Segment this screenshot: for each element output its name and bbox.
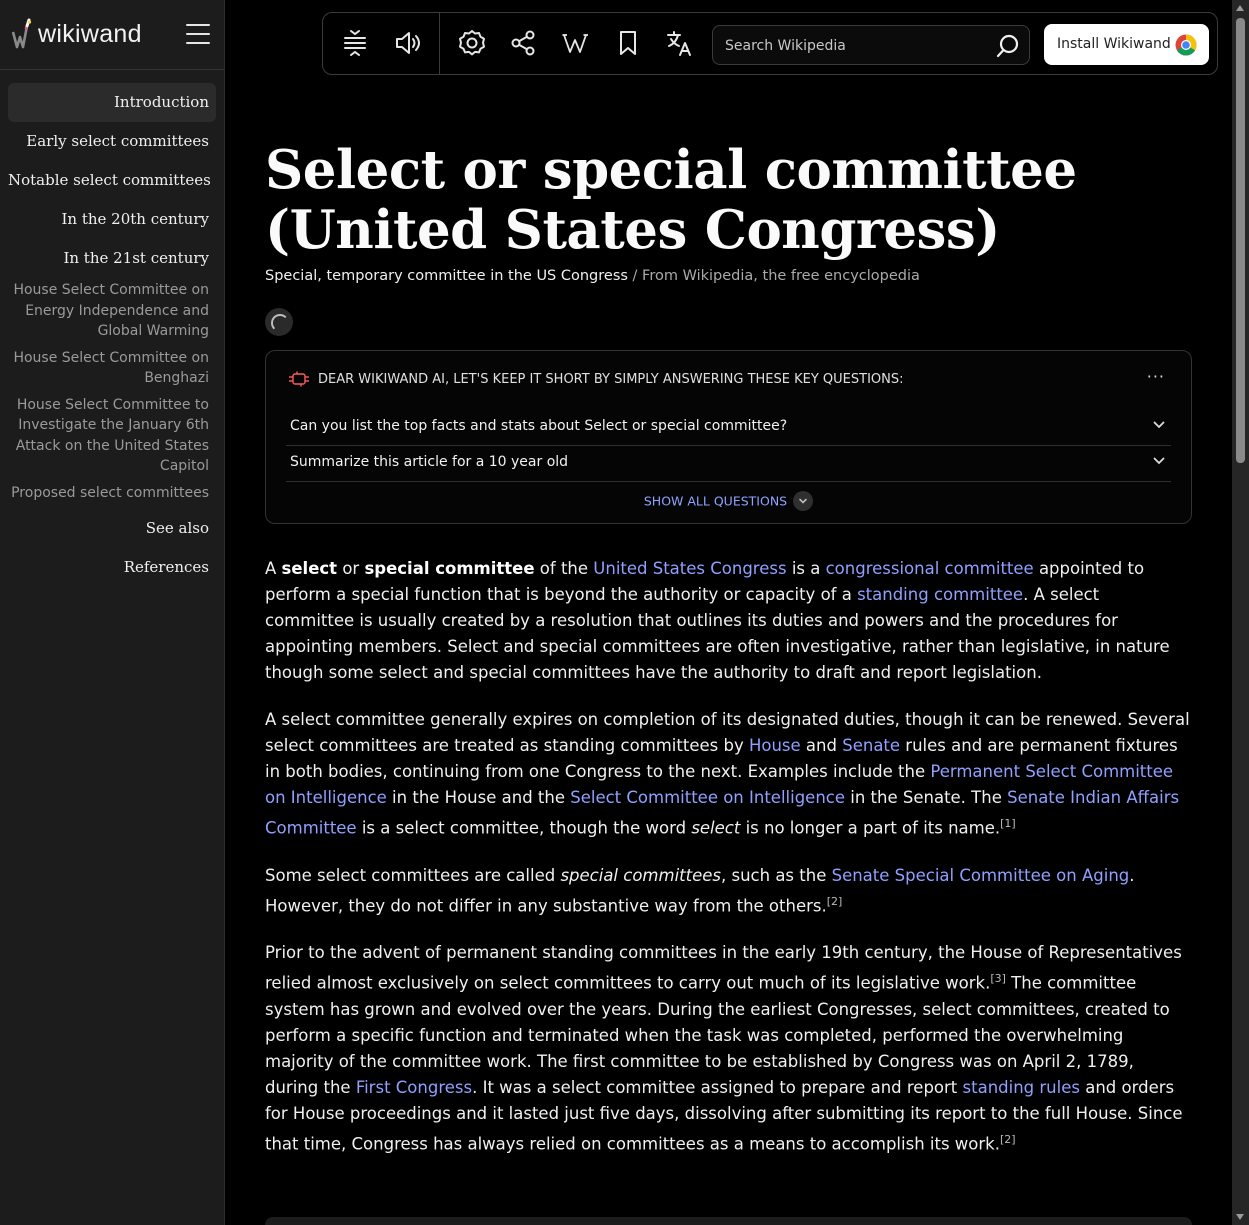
ai-questions-box: DEAR WIKIWAND AI, LET'S KEEP IT SHORT BY… <box>265 350 1192 524</box>
reference-link[interactable]: [2] <box>827 895 843 908</box>
chevron-down-icon <box>1153 421 1165 429</box>
ai-question-row[interactable]: Summarize this article for a 10 year old <box>286 445 1171 482</box>
short-description: Special, temporary committee in the US C… <box>265 268 628 284</box>
ai-question-row[interactable]: Can you list the top facts and stats abo… <box>286 409 1171 446</box>
article-content: Select or special committee (United Stat… <box>265 140 1192 1178</box>
show-all-questions-button[interactable]: SHOW ALL QUESTIONS <box>266 491 1191 512</box>
wikiwand-logo-icon <box>11 18 32 49</box>
link-standing-committee[interactable]: standing committee <box>857 585 1023 604</box>
toolbar-divider <box>439 13 440 74</box>
toc-subitem-proposed[interactable]: Proposed select committees <box>8 483 216 504</box>
page-scrollbar[interactable] <box>1232 0 1249 1225</box>
article-title: Select or special committee (United Stat… <box>265 139 1077 261</box>
wikiwand-logo[interactable]: wikiwand <box>10 14 142 54</box>
more-options-icon[interactable]: ··· <box>1147 367 1165 386</box>
link-senate[interactable]: Senate <box>842 736 900 755</box>
bold-term: special committee <box>364 559 535 578</box>
article-body: A select or special committee of the Uni… <box>265 556 1192 1157</box>
link-select-committee-intelligence[interactable]: Select Committee on Intelligence <box>570 788 845 807</box>
bold-term: select <box>281 559 338 578</box>
loading-spinner-icon <box>265 308 293 336</box>
link-congressional-committee[interactable]: congressional committee <box>826 559 1034 578</box>
toc-item-21st-century[interactable]: In the 21st century <box>8 239 216 278</box>
ai-box-title: DEAR WIKIWAND AI, LET'S KEEP IT SHORT BY… <box>318 371 904 387</box>
source-note: / From Wikipedia, the free encyclopedia <box>627 268 920 284</box>
paragraph: Prior to the advent of permanent standin… <box>265 943 1183 1153</box>
toc-item-notable-select-committees[interactable]: Notable select committees <box>8 161 216 200</box>
chevron-down-icon <box>793 491 814 511</box>
search-box[interactable] <box>712 25 1030 65</box>
install-wikiwand-button[interactable]: Install Wikiwand <box>1044 24 1209 65</box>
toc-item-references[interactable]: References <box>8 548 216 587</box>
toc-item-20th-century[interactable]: In the 20th century <box>8 200 216 239</box>
toc-item-introduction[interactable]: Introduction <box>8 83 216 122</box>
menu-hamburger-icon[interactable] <box>186 24 210 46</box>
scroll-thumb[interactable] <box>1236 18 1245 463</box>
toc-item-see-also[interactable]: See also <box>8 509 216 548</box>
search-icon[interactable] <box>995 33 1021 59</box>
show-all-label: SHOW ALL QUESTIONS <box>643 493 788 509</box>
ai-question-text: Summarize this article for a 10 year old <box>290 454 569 470</box>
bookmark-icon[interactable] <box>613 28 643 58</box>
wikipedia-w-icon[interactable] <box>561 28 591 58</box>
ai-chip-icon <box>289 371 309 387</box>
chevron-down-icon <box>1153 457 1165 465</box>
speaker-icon[interactable] <box>393 28 423 58</box>
reference-link[interactable]: [1] <box>1000 817 1016 830</box>
paragraph: A select committee generally expires on … <box>265 710 1190 838</box>
toc-subitem-january-6th[interactable]: House Select Committee to Investigate th… <box>8 395 216 477</box>
translate-icon[interactable] <box>665 28 695 58</box>
install-button-label: Install Wikiwand <box>1057 36 1171 52</box>
settings-gear-icon[interactable] <box>457 28 487 58</box>
toc-item-early-select-committees[interactable]: Early select committees <box>8 122 216 161</box>
paragraph: Some select committees are called specia… <box>265 865 1135 916</box>
scroll-up-arrow[interactable] <box>1236 5 1244 11</box>
top-toolbar: Install Wikiwand <box>322 12 1218 75</box>
text-size-icon[interactable] <box>340 28 370 58</box>
ai-question-text: Can you list the top facts and stats abo… <box>290 418 788 434</box>
link-first-congress[interactable]: First Congress <box>356 1078 472 1097</box>
scroll-down-arrow[interactable] <box>1236 1214 1244 1220</box>
brand-name: wikiwand <box>38 19 142 48</box>
next-section-card <box>265 1217 1192 1225</box>
search-input[interactable] <box>723 34 987 58</box>
link-house[interactable]: House <box>749 736 801 755</box>
sidebar: wikiwand Introduction Early select commi… <box>0 0 225 1225</box>
ai-box-header: DEAR WIKIWAND AI, LET'S KEEP IT SHORT BY… <box>288 371 904 387</box>
reference-link[interactable]: [3] <box>990 972 1006 985</box>
toc-subitem-energy-independence[interactable]: House Select Committee on Energy Indepen… <box>8 280 216 342</box>
sidebar-divider <box>0 69 224 70</box>
article-subtitle: Special, temporary committee in the US C… <box>265 268 1192 284</box>
link-united-states-congress[interactable]: United States Congress <box>593 559 786 578</box>
share-icon[interactable] <box>508 28 538 58</box>
paragraph: A select or special committee of the Uni… <box>265 559 1170 682</box>
link-standing-rules[interactable]: standing rules <box>963 1078 1080 1097</box>
table-of-contents: Introduction Early select committees Not… <box>8 83 216 587</box>
chrome-icon <box>1175 34 1197 56</box>
reference-link[interactable]: [2] <box>1000 1133 1016 1146</box>
link-senate-special-committee-aging[interactable]: Senate Special Committee on Aging <box>832 866 1130 885</box>
toc-subitem-benghazi[interactable]: House Select Committee on Benghazi <box>8 348 216 389</box>
